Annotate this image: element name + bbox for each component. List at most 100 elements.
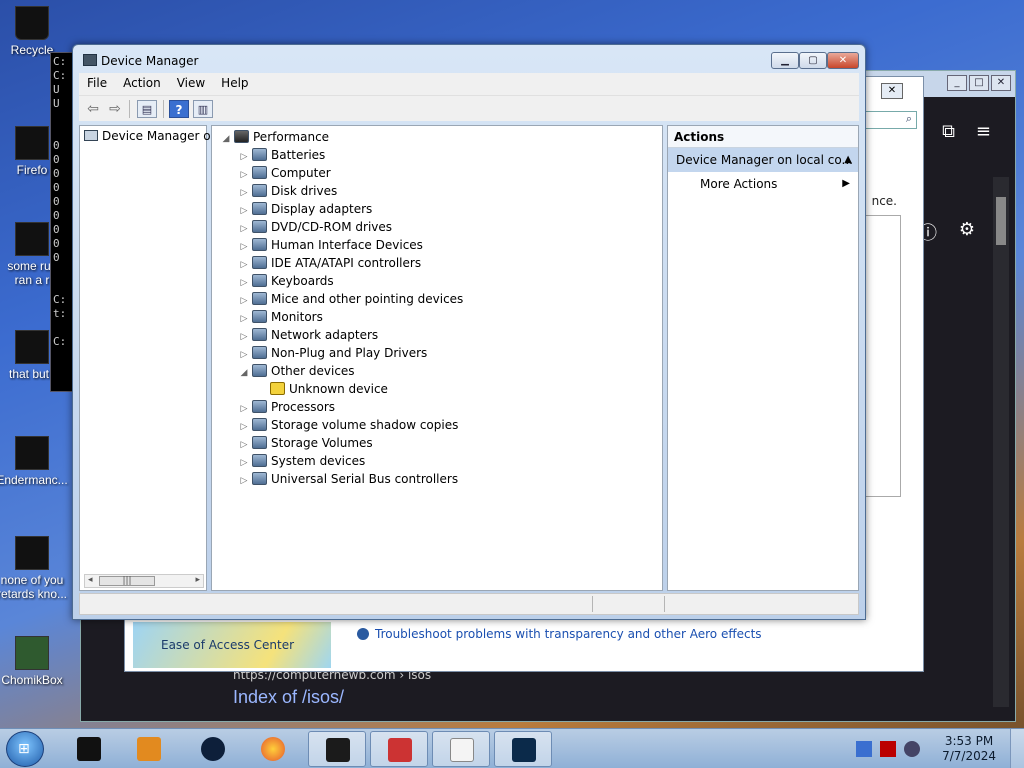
console-tree-root-label: Device Manager or	[102, 129, 216, 143]
taskbar-media-player[interactable]	[120, 731, 178, 767]
console-tree-hscrollbar[interactable]: ◂ ||| ▸	[84, 574, 204, 588]
app-icon	[77, 737, 101, 761]
show-desktop-button[interactable]	[1010, 729, 1024, 768]
tree-category-node[interactable]: ▷ Human Interface Devices	[220, 236, 463, 254]
troubleshoot-link-text[interactable]: Troubleshoot problems with transparency …	[375, 627, 762, 641]
file-icon	[15, 536, 49, 570]
clock[interactable]: 3:53 PM 7/7/2024	[942, 734, 996, 764]
menu-icon[interactable]: ≡	[976, 121, 991, 142]
tree-node-label: Unknown device	[289, 382, 388, 396]
console-tree-pane[interactable]: Device Manager or ◂ ||| ▸	[79, 125, 216, 591]
device-category-icon	[252, 148, 267, 161]
tree-root-node[interactable]: ◢ Performance	[220, 128, 463, 146]
taskbar-device-manager[interactable]	[370, 731, 428, 767]
maximize-button[interactable]: ▢	[799, 52, 827, 69]
menu-action[interactable]: Action	[115, 73, 169, 93]
show-hide-action-pane-icon[interactable]: ▥	[193, 100, 213, 118]
tree-category-node[interactable]: ▷ Network adapters	[220, 326, 463, 344]
help-icon[interactable]: ?	[169, 100, 189, 118]
tree-category-node[interactable]: ▷ Disk drives	[220, 182, 463, 200]
tree-category-node[interactable]: ▷ Storage volume shadow copies	[220, 416, 463, 434]
scroll-left-icon[interactable]: ◂	[88, 575, 93, 585]
expand-arrow-icon[interactable]: ▷	[238, 472, 250, 490]
tree-category-node[interactable]: ▷ Monitors	[220, 308, 463, 326]
tree-category-node[interactable]: ▷ DVD/CD-ROM drives	[220, 218, 463, 236]
tree-node-label: Processors	[271, 400, 336, 414]
tree-category-node[interactable]: ▷ Keyboards	[220, 272, 463, 290]
taskbar-app-1[interactable]	[60, 731, 118, 767]
menu-bar: File Action View Help	[79, 73, 859, 95]
browser-minimize-button[interactable]: _	[947, 75, 967, 91]
tree-node-label: Non-Plug and Play Drivers	[271, 346, 428, 360]
device-category-icon	[252, 418, 267, 431]
tree-category-node[interactable]: ▷ Universal Serial Bus controllers	[220, 470, 463, 488]
desktop-icon-recycle-bin[interactable]: Recycle	[0, 6, 70, 57]
control-panel-search[interactable]: ⌕	[857, 111, 917, 129]
desktop-icon-chomikbox[interactable]: ChomikBox	[0, 636, 70, 687]
troubleshoot-link[interactable]: Troubleshoot problems with transparency …	[357, 627, 762, 641]
scrollbar-thumb[interactable]: |||	[99, 576, 155, 586]
desktop-icon-file-3[interactable]: none of you retards kno...	[0, 536, 70, 601]
tree-node-label: Other devices	[271, 364, 355, 378]
tree-category-node[interactable]: ▷ Non-Plug and Play Drivers	[220, 344, 463, 362]
tree-category-node[interactable]: ▷ System devices	[220, 452, 463, 470]
show-hide-console-tree-icon[interactable]: ▤	[137, 100, 157, 118]
device-tree-pane[interactable]: ◢ Performance ▷ Batteries ▷ Computer ▷ Disk dr…	[211, 125, 663, 591]
menu-file[interactable]: File	[79, 73, 115, 93]
taskbar-cmd[interactable]	[494, 731, 552, 767]
tray-volume-icon[interactable]	[904, 741, 920, 757]
tree-category-node[interactable]: ▷ Mice and other pointing devices	[220, 290, 463, 308]
taskbar-app-3[interactable]	[184, 731, 242, 767]
device-category-icon	[252, 238, 267, 251]
ease-of-access-banner[interactable]: Ease of Access Center	[133, 622, 331, 668]
menu-help[interactable]: Help	[213, 73, 256, 93]
device-manager-window[interactable]: Device Manager ▁ ▢ ✕ File Action View Help …	[72, 44, 866, 620]
taskbar-firefox[interactable]	[244, 731, 302, 767]
tree-node-label: Human Interface Devices	[271, 238, 423, 252]
scroll-right-icon[interactable]: ▸	[195, 575, 200, 585]
tree-category-node[interactable]: ▷ Computer	[220, 164, 463, 182]
control-panel-listbox[interactable]	[865, 215, 901, 497]
clock-date: 7/7/2024	[942, 749, 996, 763]
collapse-up-icon[interactable]: ▲	[844, 148, 852, 172]
browser-scrollbar[interactable]	[993, 177, 1009, 707]
settings-gear-icon[interactable]: ⚙	[959, 219, 975, 240]
tray-network-icon[interactable]	[856, 741, 872, 757]
forward-arrow-icon[interactable]: ⇨	[105, 100, 125, 118]
menu-view[interactable]: View	[169, 73, 213, 93]
tree-category-node[interactable]: ◢ Other devices	[220, 362, 463, 380]
tree-category-node[interactable]: ▷ Processors	[220, 398, 463, 416]
tree-category-node[interactable]: ▷ Storage Volumes	[220, 434, 463, 452]
browser-maximize-button[interactable]: □	[969, 75, 989, 91]
extensions-icon[interactable]: ⧉	[942, 121, 955, 142]
desktop-icon-label: none of you	[0, 573, 64, 587]
close-button[interactable]: ✕	[827, 52, 859, 69]
browser-close-button[interactable]: ✕	[991, 75, 1011, 91]
device-category-icon	[252, 364, 267, 377]
recycle-bin-icon	[15, 6, 49, 40]
cards-icon	[450, 738, 474, 762]
submenu-arrow-icon: ▶	[842, 178, 850, 189]
titlebar[interactable]: Device Manager ▁ ▢ ✕	[73, 45, 865, 73]
file-icon	[15, 330, 49, 364]
tray-flag-icon[interactable]	[880, 741, 896, 757]
tree-category-node[interactable]: ▷ Batteries	[220, 146, 463, 164]
taskbar-solitaire[interactable]	[432, 731, 490, 767]
chomikbox-icon	[15, 636, 49, 670]
device-category-icon	[252, 274, 267, 287]
tree-category-node[interactable]: ▷ IDE ATA/ATAPI controllers	[220, 254, 463, 272]
tree-child-node[interactable]: Unknown device	[220, 380, 463, 398]
taskbar-app-5[interactable]	[308, 731, 366, 767]
actions-group-device-manager[interactable]: Device Manager on local co... ▲	[668, 148, 858, 172]
globe-icon	[201, 737, 225, 761]
search-result-title[interactable]: Index of /isos/	[233, 687, 344, 708]
desktop-icon-endermanch[interactable]: Endermanc...	[0, 436, 70, 487]
tree-node-label: Universal Serial Bus controllers	[271, 472, 459, 486]
control-panel-close-button[interactable]: ✕	[881, 83, 903, 99]
more-actions-item[interactable]: More Actions ▶	[668, 172, 858, 196]
device-category-icon	[252, 472, 267, 485]
tree-category-node[interactable]: ▷ Display adapters	[220, 200, 463, 218]
back-arrow-icon[interactable]: ⇦	[83, 100, 103, 118]
console-tree-root[interactable]: Device Manager or	[84, 129, 216, 143]
minimize-button[interactable]: ▁	[771, 52, 799, 69]
